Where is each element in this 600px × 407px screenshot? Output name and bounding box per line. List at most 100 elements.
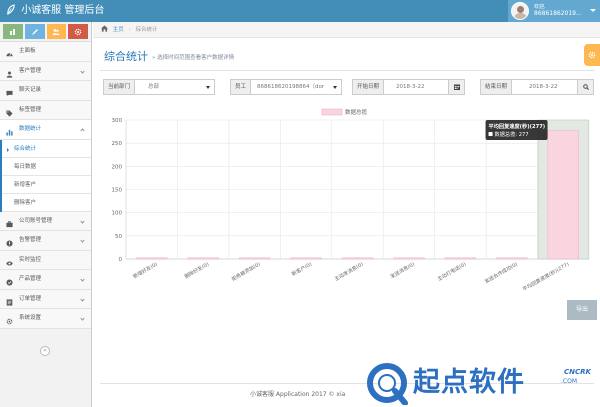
tooltip-title: 平均回复速度(秒)(277)	[489, 122, 546, 130]
department-value: 总部	[148, 84, 160, 90]
x-tick-label: 主动打电话(0)	[436, 261, 467, 283]
search-icon[interactable]	[577, 80, 593, 94]
submenu-item[interactable]: 删除客户	[2, 194, 91, 212]
user-name: 86861862019...	[534, 10, 582, 17]
briefcase-icon	[6, 220, 13, 227]
sidebar-item-chat[interactable]: 聊天记录	[0, 81, 91, 101]
calendar-icon[interactable]	[448, 80, 464, 94]
submenu-item[interactable]: 新增客户	[2, 176, 91, 194]
export-button[interactable]: 导出	[567, 300, 597, 320]
sidebar: 主面板客户管理 聊天记录标签管理数据统计 综合统计 每日数据 新增客户 删除客户公司账号管…	[0, 22, 92, 407]
submenu-statistics: 综合统计 每日数据 新增客户 删除客户	[0, 139, 91, 212]
breadcrumb-separator: ›	[128, 27, 131, 33]
start-date-picker[interactable]: 开始日期 2018-3-22	[352, 79, 465, 95]
bar	[341, 257, 374, 260]
x-tick-label: 新增好友(0)	[132, 261, 159, 281]
alert-icon	[6, 240, 13, 247]
sidebar-item-label: 告警管理	[19, 237, 42, 243]
chevron-down-icon	[80, 277, 85, 282]
breadcrumb-home-link[interactable]: 主页	[113, 27, 124, 33]
footer-text: 小诚客服 Application 2017 © xia	[250, 391, 346, 398]
product-icon	[6, 279, 13, 286]
department-select[interactable]: 当前部门 总部	[103, 79, 215, 95]
shortcut-button-pencil[interactable]	[24, 24, 45, 39]
page-title: 综合统计	[104, 50, 148, 63]
chat-icon	[6, 90, 13, 97]
sidebar-item-label: 主面板	[19, 48, 36, 54]
x-tick-label: 发送消息(0)	[389, 261, 416, 281]
end-date-picker[interactable]: 结束日期 2018-3-22	[480, 79, 594, 95]
start-date-label: 开始日期	[353, 80, 385, 94]
y-tick-label: 0	[119, 257, 123, 263]
user-welcome: 欢迎,	[534, 4, 546, 10]
employee-select[interactable]: 员工 868618620198864（dor	[230, 79, 342, 95]
sidebar-item-briefcase[interactable]: 公司账号管理	[0, 211, 91, 231]
leaf-icon	[7, 4, 15, 15]
shortcut-button-gear[interactable]	[68, 24, 88, 39]
sidebar-item-dashboard[interactable]: 主面板	[0, 42, 91, 62]
bar	[238, 257, 271, 260]
y-tick-label: 300	[112, 118, 123, 124]
gear-icon	[74, 28, 82, 35]
sidebar-item-label: 标签管理	[19, 106, 42, 113]
watermark-text: 起点软件	[413, 367, 525, 398]
bar	[444, 257, 477, 260]
chevron-down-icon	[206, 86, 210, 89]
sidebar-item-bar-chart[interactable]: 数据统计	[0, 120, 91, 140]
legend-label: 数据总揽	[345, 108, 368, 116]
sidebar-item-order[interactable]: 订单管理	[0, 289, 91, 309]
header-divider	[100, 70, 594, 71]
chart-icon	[9, 28, 15, 35]
sidebar-collapse-icon[interactable]: «	[40, 346, 50, 356]
sidebar-item-user[interactable]: 客户管理	[0, 61, 91, 81]
caret-down-icon	[590, 9, 596, 12]
bar	[187, 257, 219, 260]
ace-settings-button[interactable]	[584, 44, 600, 66]
sidebar-item-gear[interactable]: 系统设置	[0, 309, 91, 329]
user-menu[interactable]: 欢迎, 86861862019...	[508, 0, 600, 22]
start-date-input[interactable]: 2018-3-22	[396, 80, 424, 94]
x-tick-label: 主动发消息(0)	[333, 261, 364, 283]
sidebar-shortcuts	[0, 22, 91, 42]
bar	[290, 257, 322, 260]
y-tick-label: 100	[112, 211, 123, 217]
app-title: 小诚客服 管理后台	[21, 5, 105, 16]
bar	[496, 257, 528, 260]
avatar	[511, 2, 529, 20]
end-date-input[interactable]: 2018-3-22	[529, 80, 557, 94]
department-label: 当前部门	[104, 80, 136, 94]
eye-icon	[6, 261, 13, 265]
shortcut-button-chart[interactable]	[3, 24, 23, 39]
tooltip-value: 数据总揽: 277	[495, 130, 529, 138]
y-tick-label: 250	[112, 141, 123, 147]
watermark-brand: CNCRK	[564, 368, 591, 376]
y-tick-label: 150	[112, 188, 123, 194]
dashboard-icon	[6, 53, 13, 57]
employee-value: 868618620198864（dor	[257, 84, 325, 90]
submenu-item[interactable]: 综合统计	[2, 140, 91, 158]
statistics-bar-chart: 数据总揽 0 50 100 150 200 250 300 新增好友(0) 删除好友(0) 拒绝被添…	[112, 108, 590, 293]
chevron-down-icon	[80, 218, 85, 224]
breadcrumb: 主页 › 综合统计	[93, 22, 600, 38]
chevron-down-icon	[80, 296, 85, 302]
sidebar-item-eye[interactable]: 实时监控	[0, 250, 91, 270]
users-icon	[52, 28, 60, 35]
sidebar-item-label: 系统设置	[19, 315, 42, 321]
gear-icon	[588, 51, 596, 59]
sidebar-item-alert[interactable]: 告警管理	[0, 231, 91, 251]
home-icon	[101, 25, 108, 32]
sidebar-item-tag[interactable]: 标签管理	[0, 100, 91, 120]
sidebar-item-label: 产品管理	[19, 276, 42, 282]
bar	[547, 130, 579, 260]
user-icon	[6, 71, 13, 78]
x-tick-label: 新客户(0)	[290, 261, 313, 278]
chevron-up-icon	[80, 128, 85, 133]
bar-chart-icon	[6, 129, 13, 136]
sidebar-item-label: 公司账号管理	[19, 217, 53, 224]
tooltip-swatch	[488, 132, 493, 136]
app-brand[interactable]: 小诚客服 管理后台	[6, 4, 104, 18]
shortcut-button-users[interactable]	[46, 24, 67, 39]
sidebar-item-product[interactable]: 产品管理	[0, 270, 91, 290]
submenu-item[interactable]: 每日数据	[2, 158, 91, 176]
top-navbar: 小诚客服 管理后台 欢迎, 86861862019...	[0, 0, 600, 22]
